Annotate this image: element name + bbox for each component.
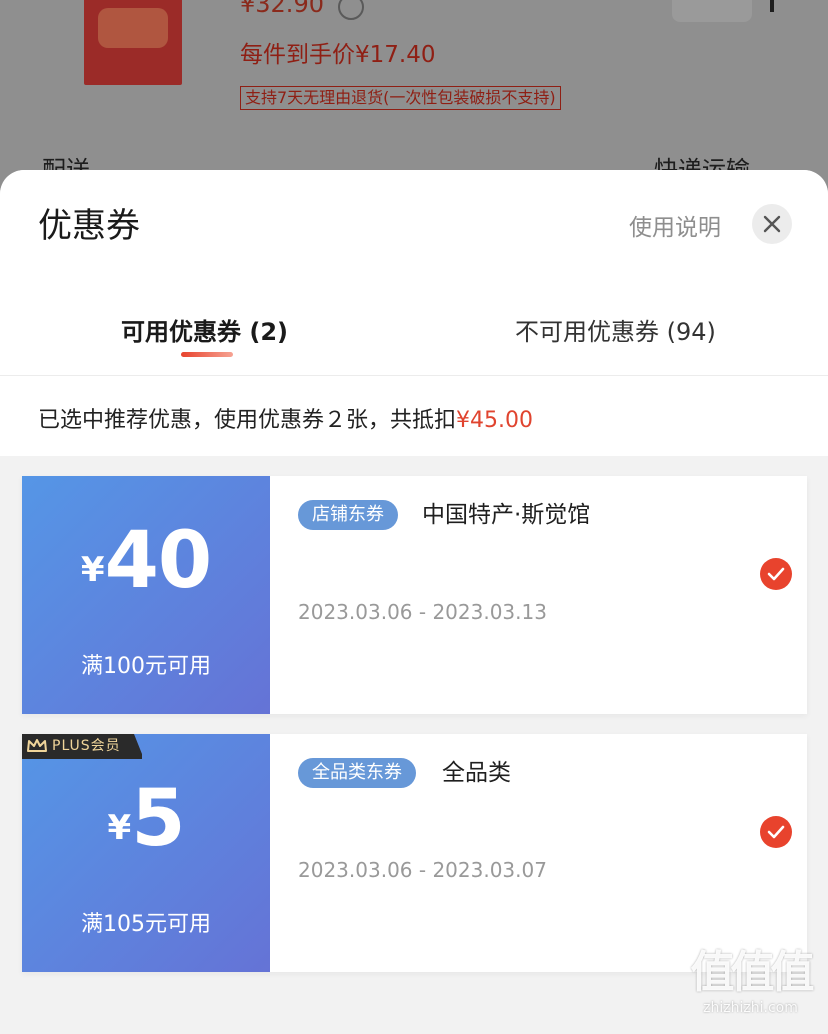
return-policy-badge: 支持7天无理由退货(一次性包装破损不支持) (240, 86, 561, 110)
coupon-amount: ¥5 (22, 774, 270, 864)
watermark-url: zhizhizhi.com (703, 1000, 798, 1016)
close-button[interactable] (752, 204, 792, 244)
active-tab-indicator (181, 352, 233, 357)
currency-symbol: ¥ (107, 808, 132, 848)
check-icon (767, 825, 785, 839)
coupon-type-tag: 全品类东券 (298, 758, 416, 788)
summary-label: 已选中推荐优惠，使用优惠券２张，共抵扣 (38, 408, 457, 433)
sheet-header: 优惠券 使用说明 可用优惠券 (2) 不可用优惠券 (94) (0, 170, 828, 376)
coupon-card[interactable]: ¥40 满100元可用 店铺东券 中国特产·斯觉馆 2023.03.06 - 2… (22, 476, 807, 714)
info-icon (338, 0, 364, 20)
watermark-logo: 值值值 (690, 947, 815, 998)
coupon-value-stub: ¥40 满100元可用 (22, 476, 270, 714)
product-price: ¥32.90 (240, 0, 324, 18)
coupon-value-stub: ¥5 满105元可用 (22, 734, 270, 972)
plus-member-badge: PLUS会员 (22, 734, 142, 759)
coupon-card[interactable]: ¥5 满105元可用 PLUS会员 全品类东券 全品类 2023.03.06 -… (22, 734, 807, 972)
coupon-sheet: 优惠券 使用说明 可用优惠券 (2) 不可用优惠券 (94) 已选中推荐优惠，使… (0, 170, 828, 1034)
coupon-store-name: 中国特产·斯觉馆 (422, 502, 591, 528)
coupon-validity-dates: 2023.03.06 - 2023.03.13 (298, 600, 547, 624)
coupon-amount: ¥40 (22, 516, 270, 606)
site-watermark: 值值值 zhizhizhi.com (678, 946, 823, 1016)
check-icon (767, 567, 785, 581)
usage-help-link[interactable]: 使用说明 (629, 208, 721, 242)
coupon-condition: 满100元可用 (81, 654, 211, 679)
sheet-title: 优惠券 (38, 206, 140, 246)
coupon-amount-value: 40 (104, 516, 213, 606)
close-icon (763, 215, 781, 233)
plus-badge-label: PLUS会员 (52, 738, 121, 754)
coupon-type-tag: 店铺东券 (298, 500, 398, 530)
crown-icon (27, 739, 47, 752)
coupon-amount-value: 5 (131, 774, 185, 864)
coupon-condition: 满105元可用 (81, 912, 211, 937)
unit-price: 每件到手价¥17.40 (240, 42, 436, 68)
summary-amount: ¥45.00 (456, 408, 533, 433)
coupon-validity-dates: 2023.03.06 - 2023.03.07 (298, 858, 547, 882)
stepper-plus-icon (770, 0, 774, 12)
coupon-selected-checkbox[interactable] (760, 558, 792, 590)
coupon-selected-checkbox[interactable] (760, 816, 792, 848)
tab-unavailable-coupons[interactable]: 不可用优惠券 (94) (515, 312, 716, 347)
summary-text: 已选中推荐优惠，使用优惠券２张，共抵扣¥45.00 (38, 402, 533, 434)
currency-symbol: ¥ (80, 550, 105, 590)
coupon-scope-name: 全品类 (442, 760, 511, 786)
selection-summary: 已选中推荐优惠，使用优惠券２张，共抵扣¥45.00 (0, 376, 828, 456)
product-thumbnail (84, 0, 182, 85)
quantity-stepper (672, 0, 752, 22)
tab-available-coupons[interactable]: 可用优惠券 (2) (121, 312, 288, 347)
